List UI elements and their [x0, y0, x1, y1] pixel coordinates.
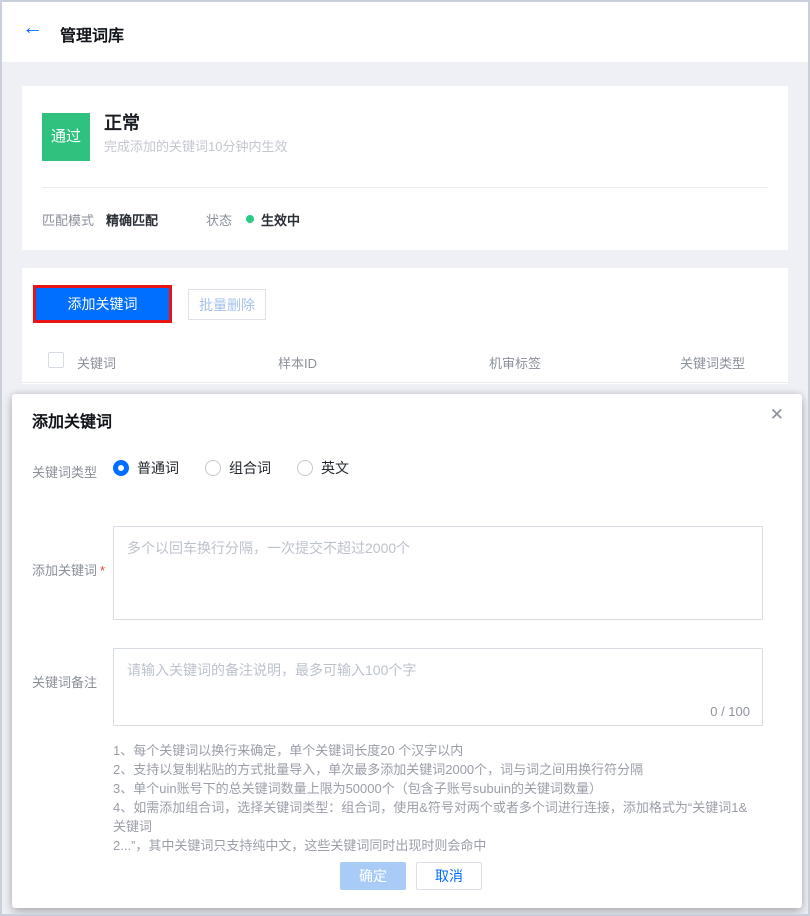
add-keywords-textarea-box — [113, 526, 763, 620]
add-keyword-modal: 添加关键词 ✕ 关键词类型 普通词 组合词 英文 添加关键词* 关键词备注 — [12, 394, 802, 908]
radio-option-common-word[interactable]: 普通词 — [113, 458, 179, 478]
radio-unselected-icon — [297, 460, 313, 476]
card-divider — [42, 187, 768, 188]
modal-title: 添加关键词 — [32, 414, 113, 431]
pass-status-badge: 通过 — [42, 113, 90, 161]
note-line-3: 3、单个uin账号下的总关键词数量上限为50000个（包含子账号subuin的关… — [113, 781, 603, 796]
column-header-keyword: 关键词 — [77, 356, 117, 371]
back-arrow-icon[interactable]: ← — [22, 17, 43, 38]
thesaurus-status-title: 正常 — [104, 113, 140, 133]
page-title: 管理词库 — [60, 28, 125, 45]
column-header-sample-id: 样本ID — [278, 356, 318, 371]
keyword-type-radio-group: 普通词 组合词 英文 — [113, 458, 375, 478]
remark-textarea-box: 0 / 100 — [113, 648, 763, 726]
char-counter: 0 / 100 — [710, 704, 750, 719]
column-header-machine-label: 机审标签 — [489, 356, 542, 371]
keyword-type-label: 关键词类型 — [32, 465, 98, 480]
status-dot — [246, 215, 255, 223]
status-meta-row: 匹配模式 精确匹配 状态 生效中 — [42, 204, 300, 234]
page-header: ← 管理词库 — [2, 2, 808, 62]
manage-thesaurus-page: ← 管理词库 通过 正常 完成添加的关键词10分钟内生效 匹配模式 精确匹配 状… — [0, 0, 810, 916]
note-line-1: 1、每个关键词以换行来确定，单个关键词长度20 个汉字以内 — [113, 743, 464, 758]
radio-option-combined-word[interactable]: 组合词 — [205, 458, 271, 478]
add-keywords-textarea[interactable] — [113, 526, 763, 620]
radio-option-english[interactable]: 英文 — [297, 458, 349, 478]
table-header-row: 关键词 样本ID 机审标签 关键词类型 — [22, 338, 788, 383]
remark-textarea[interactable] — [113, 648, 763, 726]
note-line-5: 2...”，其中关键词只支持纯中文，这些关键词同时出现时则会命中 — [113, 838, 487, 853]
radio-label: 普通词 — [137, 460, 179, 476]
note-line-2: 2、支持以复制粘贴的方式批量导入，单次最多添加关键词2000个，词与词之间用换行… — [113, 762, 644, 777]
note-line-4: 4、如需添加组合词，选择关键词类型：组合词，使用&符号对两个或者多个词进行连接，… — [113, 800, 748, 834]
add-keywords-label-text: 添加关键词 — [32, 563, 98, 578]
confirm-button[interactable]: 确定 — [340, 862, 406, 890]
cancel-button[interactable]: 取消 — [416, 862, 482, 890]
select-all-checkbox[interactable] — [48, 352, 64, 368]
keyword-table-card: 添加关键词 批量删除 关键词 样本ID 机审标签 关键词类型 — [22, 268, 788, 384]
modal-notes: 1、每个关键词以换行来确定，单个关键词长度20 个汉字以内 2、支持以复制粘贴的… — [113, 741, 753, 855]
required-asterisk: * — [100, 563, 106, 578]
thesaurus-status-subtitle: 完成添加的关键词10分钟内生效 — [104, 139, 288, 154]
radio-label: 组合词 — [229, 460, 271, 476]
match-mode-label: 匹配模式 — [42, 212, 95, 228]
match-mode-value: 精确匹配 — [106, 212, 159, 228]
status-value: 生效中 — [261, 212, 301, 228]
column-header-keyword-type: 关键词类型 — [680, 356, 746, 371]
radio-label: 英文 — [321, 460, 349, 476]
add-keywords-field-label: 添加关键词 * — [32, 560, 105, 579]
radio-selected-icon — [113, 460, 129, 476]
batch-delete-button[interactable]: 批量删除 — [188, 289, 266, 320]
close-icon[interactable]: ✕ — [770, 405, 784, 425]
add-keyword-button[interactable]: 添加关键词 — [33, 285, 172, 323]
radio-unselected-icon — [205, 460, 221, 476]
status-label: 状态 — [206, 212, 233, 228]
remark-field-label: 关键词备注 — [32, 675, 98, 690]
status-card: 通过 正常 完成添加的关键词10分钟内生效 匹配模式 精确匹配 状态 生效中 — [22, 86, 788, 250]
